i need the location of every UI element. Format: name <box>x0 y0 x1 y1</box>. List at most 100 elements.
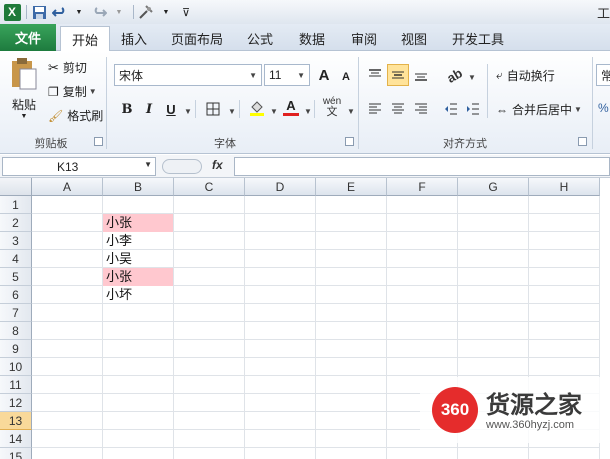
row-header-11[interactable]: 11 <box>0 376 32 394</box>
cell-d10[interactable] <box>245 358 316 376</box>
cell-a3[interactable] <box>32 232 103 250</box>
cell-a7[interactable] <box>32 304 103 322</box>
cell-f9[interactable] <box>387 340 458 358</box>
copy-button[interactable]: ❐ 复制 ▼ <box>48 83 97 100</box>
select-all-corner[interactable] <box>0 178 32 196</box>
cell-b13[interactable] <box>103 412 174 430</box>
cell-d14[interactable] <box>245 430 316 448</box>
tab-developer[interactable]: 开发工具 <box>442 26 514 51</box>
cell-c10[interactable] <box>174 358 245 376</box>
cell-e10[interactable] <box>316 358 387 376</box>
cell-d6[interactable] <box>245 286 316 304</box>
cell-e1[interactable] <box>316 196 387 214</box>
fill-color-dropdown-icon[interactable]: ▼ <box>270 107 278 116</box>
cell-f1[interactable] <box>387 196 458 214</box>
row-header-13[interactable]: 13 <box>0 412 32 430</box>
cell-a6[interactable] <box>32 286 103 304</box>
save-icon[interactable] <box>30 3 48 21</box>
merge-center-button[interactable]: ⇔ 合并后居中 ▼ <box>496 101 582 118</box>
underline-dropdown-icon[interactable]: ▼ <box>184 107 192 116</box>
tab-data[interactable]: 数据 <box>290 26 334 51</box>
borders-dropdown-icon[interactable]: ▼ <box>228 107 236 116</box>
cell-f5[interactable] <box>387 268 458 286</box>
cell-e9[interactable] <box>316 340 387 358</box>
cell-h3[interactable] <box>529 232 600 250</box>
copy-dropdown-icon[interactable]: ▼ <box>89 87 97 96</box>
tools-icon[interactable] <box>137 3 155 21</box>
tab-review[interactable]: 审阅 <box>342 26 386 51</box>
row-header-1[interactable]: 1 <box>0 196 32 214</box>
italic-button[interactable]: I <box>138 98 160 120</box>
cell-c1[interactable] <box>174 196 245 214</box>
format-painter-button[interactable]: 🖌 格式刷 <box>48 107 103 124</box>
cell-b12[interactable] <box>103 394 174 412</box>
cell-e6[interactable] <box>316 286 387 304</box>
cell-h1[interactable] <box>529 196 600 214</box>
cell-d8[interactable] <box>245 322 316 340</box>
font-name-dropdown-icon[interactable]: ▼ <box>249 71 257 80</box>
underline-button[interactable]: U <box>160 98 182 120</box>
cell-h15[interactable] <box>529 448 600 459</box>
align-center-button[interactable] <box>387 98 409 120</box>
cell-b15[interactable] <box>103 448 174 459</box>
row-header-7[interactable]: 7 <box>0 304 32 322</box>
tab-view[interactable]: 视图 <box>392 26 436 51</box>
cell-h6[interactable] <box>529 286 600 304</box>
number-format-select[interactable]: 常 <box>596 64 610 86</box>
redo-icon[interactable] <box>90 3 108 21</box>
cell-f7[interactable] <box>387 304 458 322</box>
cell-f2[interactable] <box>387 214 458 232</box>
paste-button[interactable]: 粘贴 ▼ <box>8 57 40 133</box>
orientation-dropdown-icon[interactable]: ▼ <box>468 73 476 82</box>
align-right-button[interactable] <box>410 98 432 120</box>
cell-h8[interactable] <box>529 322 600 340</box>
percent-icon[interactable]: % <box>598 101 609 115</box>
cell-a15[interactable] <box>32 448 103 459</box>
row-header-6[interactable]: 6 <box>0 286 32 304</box>
cell-e15[interactable] <box>316 448 387 459</box>
redo-dropdown-icon[interactable]: ▼ <box>110 3 128 21</box>
cell-g2[interactable] <box>458 214 529 232</box>
merge-center-dropdown-icon[interactable]: ▼ <box>574 105 582 114</box>
cell-a13[interactable] <box>32 412 103 430</box>
row-header-12[interactable]: 12 <box>0 394 32 412</box>
cell-a1[interactable] <box>32 196 103 214</box>
tools-dropdown-icon[interactable]: ▼ <box>157 3 175 21</box>
tab-page-layout[interactable]: 页面布局 <box>164 26 230 51</box>
cell-c11[interactable] <box>174 376 245 394</box>
insert-function-button[interactable]: fx <box>212 158 223 172</box>
column-header-e[interactable]: E <box>316 178 387 196</box>
cell-g15[interactable] <box>458 448 529 459</box>
cell-a12[interactable] <box>32 394 103 412</box>
cell-g9[interactable] <box>458 340 529 358</box>
decrease-indent-button[interactable] <box>440 98 462 120</box>
cell-c13[interactable] <box>174 412 245 430</box>
align-top-button[interactable] <box>364 64 386 86</box>
row-header-15[interactable]: 15 <box>0 448 32 459</box>
cell-g6[interactable] <box>458 286 529 304</box>
name-box-dropdown-icon[interactable]: ▼ <box>144 160 152 169</box>
cell-d12[interactable] <box>245 394 316 412</box>
cell-e5[interactable] <box>316 268 387 286</box>
align-left-button[interactable] <box>364 98 386 120</box>
cell-a2[interactable] <box>32 214 103 232</box>
font-name-select[interactable]: 宋体 ▼ <box>114 64 262 86</box>
grow-font-button[interactable]: A <box>313 64 335 86</box>
customize-qat-icon[interactable]: ⊽ <box>177 3 195 21</box>
cell-c14[interactable] <box>174 430 245 448</box>
borders-button[interactable] <box>202 98 224 120</box>
font-color-dropdown-icon[interactable]: ▼ <box>304 107 312 116</box>
row-header-4[interactable]: 4 <box>0 250 32 268</box>
cell-d5[interactable] <box>245 268 316 286</box>
cell-c3[interactable] <box>174 232 245 250</box>
cell-value-b2[interactable]: 小张 <box>103 214 173 232</box>
cell-a9[interactable] <box>32 340 103 358</box>
name-box[interactable]: K13 ▼ <box>2 157 156 176</box>
undo-icon[interactable] <box>50 3 68 21</box>
cell-c7[interactable] <box>174 304 245 322</box>
cell-value-b6[interactable]: 小坏 <box>103 286 173 304</box>
cell-a8[interactable] <box>32 322 103 340</box>
cell-d1[interactable] <box>245 196 316 214</box>
cell-h7[interactable] <box>529 304 600 322</box>
cell-e3[interactable] <box>316 232 387 250</box>
